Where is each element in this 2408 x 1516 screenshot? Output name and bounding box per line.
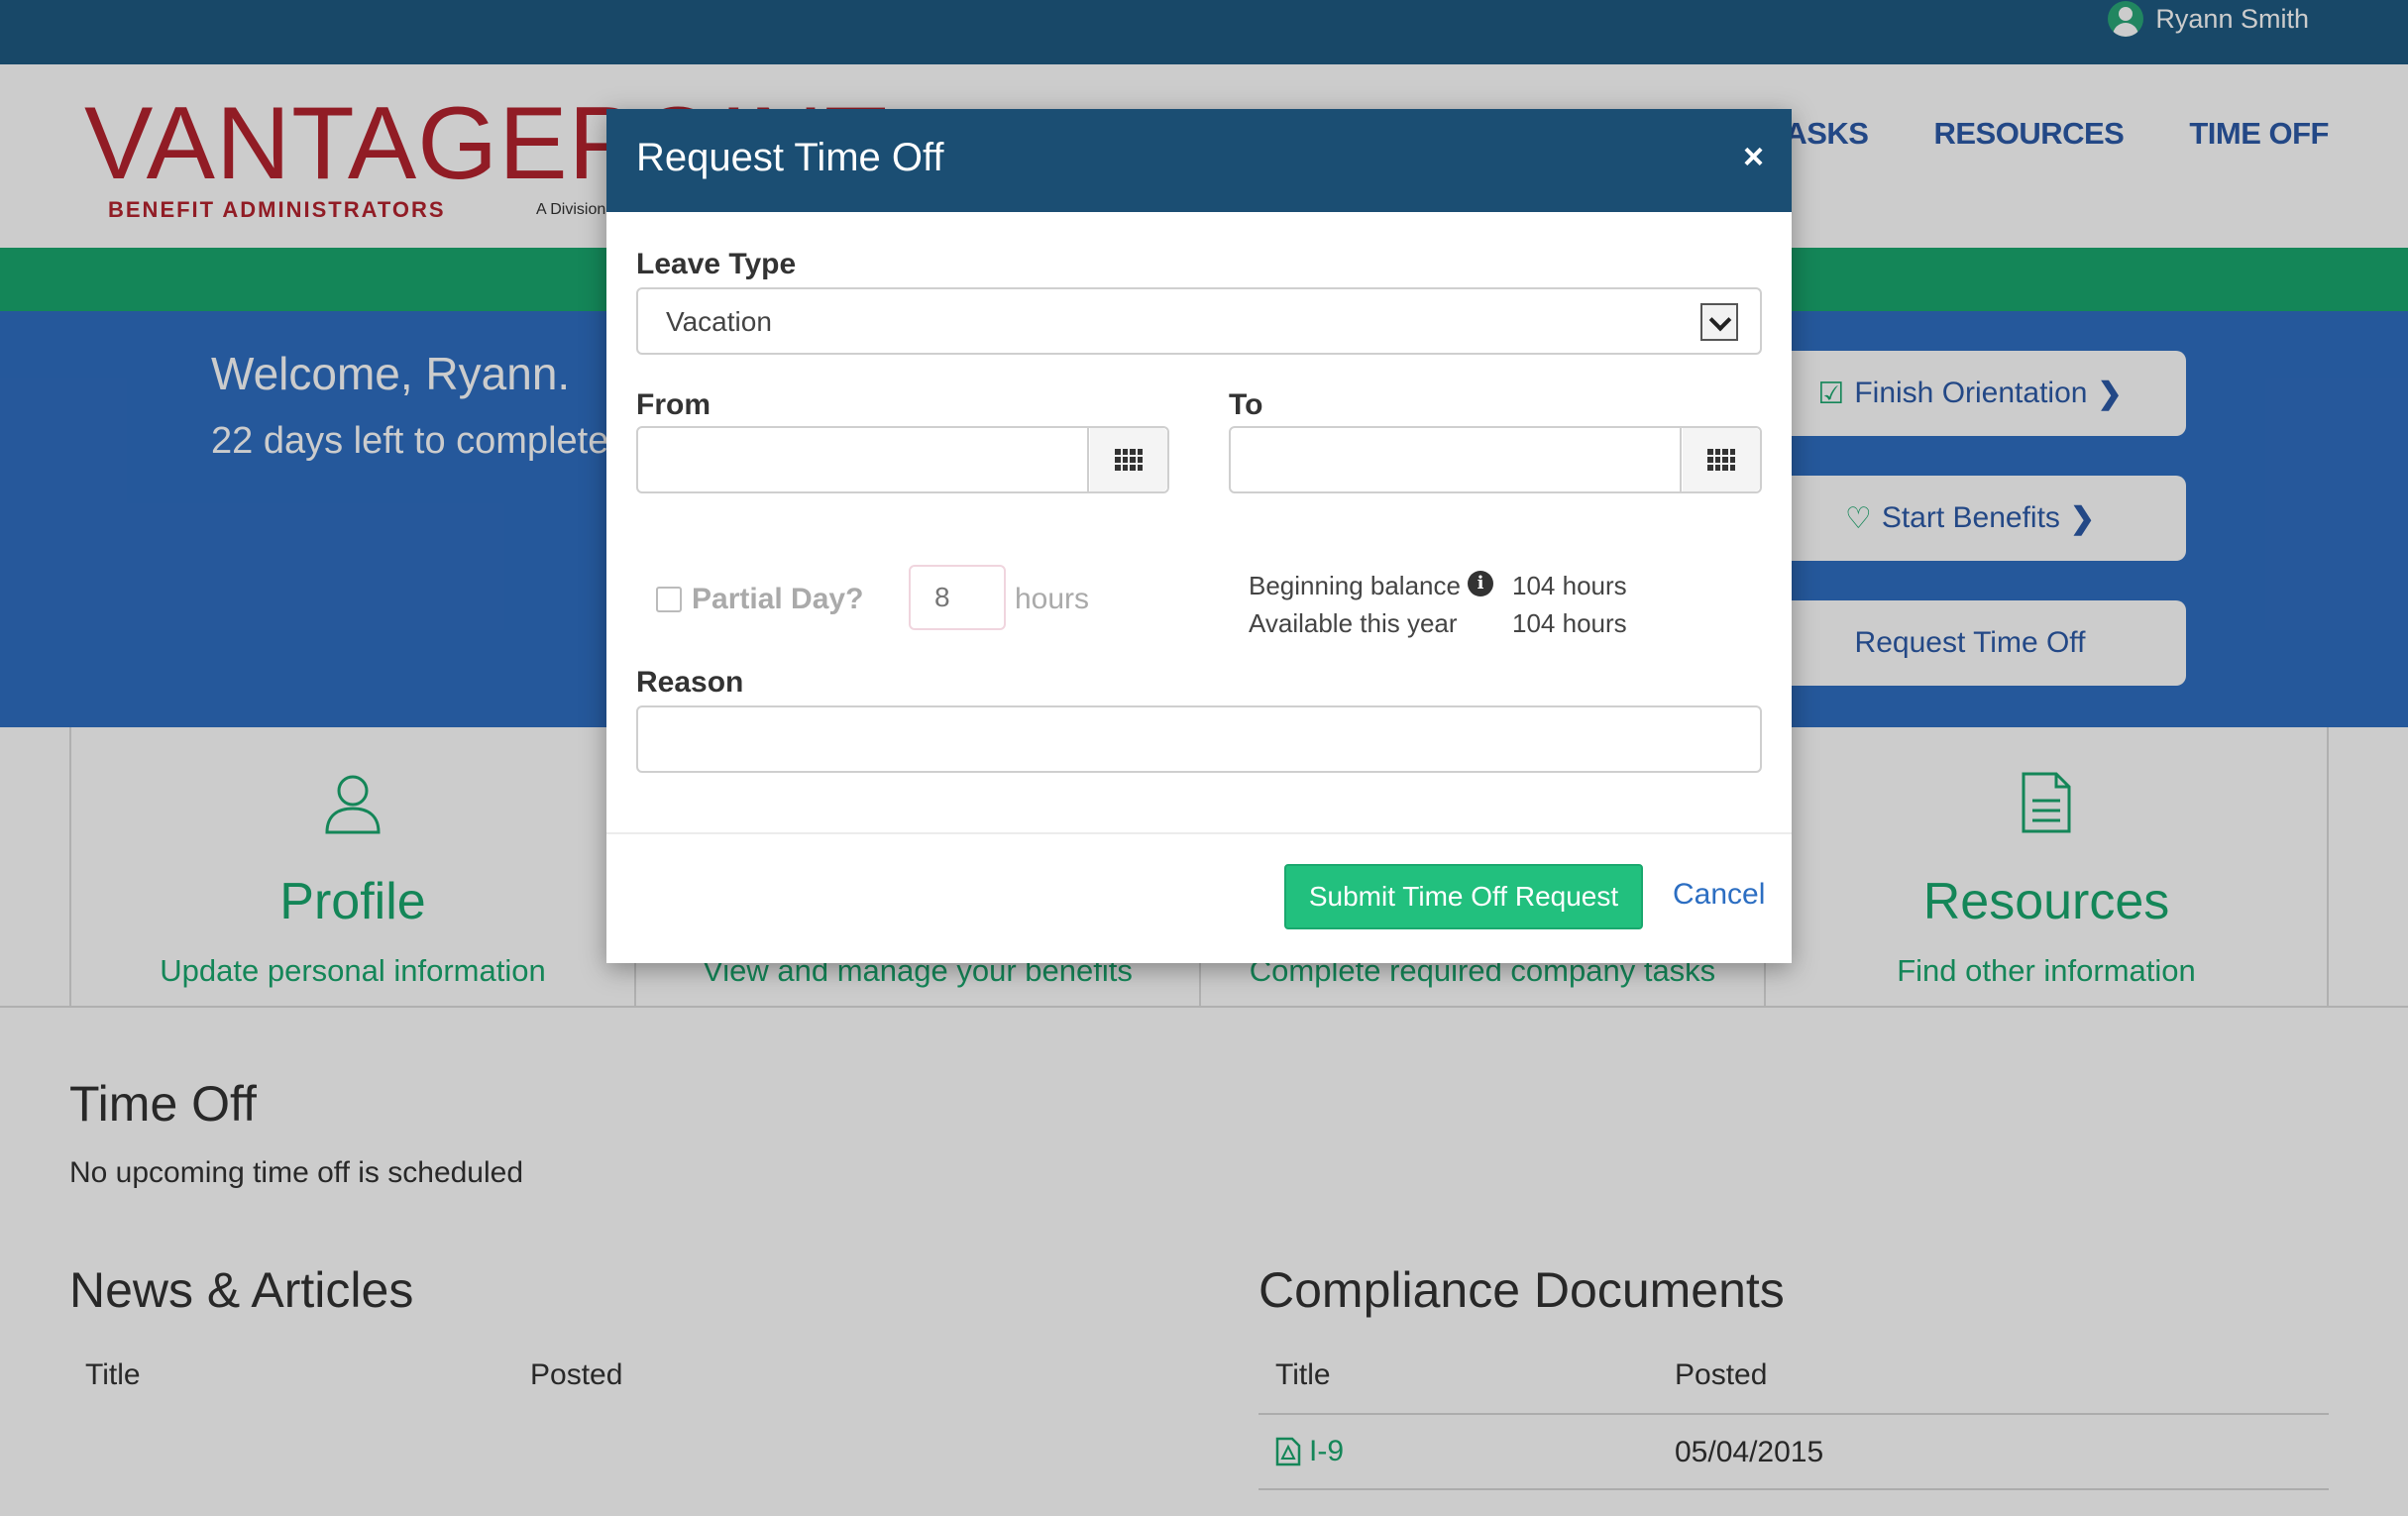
hours-label: hours bbox=[1015, 583, 1090, 615]
request-time-off-modal: Request Time Off × Leave Type Vacation F… bbox=[606, 109, 1792, 963]
to-date-field bbox=[1229, 426, 1762, 493]
submit-time-off-button[interactable]: Submit Time Off Request bbox=[1284, 864, 1643, 929]
available-value: 104 hours bbox=[1512, 608, 1627, 638]
beginning-balance-value: 104 hours bbox=[1512, 571, 1627, 600]
modal-footer-divider bbox=[606, 832, 1792, 834]
beginning-balance-label: Beginning balance bbox=[1249, 571, 1461, 600]
from-label: From bbox=[636, 388, 711, 421]
modal-title: Request Time Off bbox=[636, 136, 944, 179]
available-label: Available this year bbox=[1249, 608, 1458, 638]
leave-type-label: Leave Type bbox=[636, 248, 797, 280]
reason-input[interactable] bbox=[636, 705, 1762, 773]
leave-type-select[interactable]: Vacation bbox=[636, 287, 1762, 355]
to-label: To bbox=[1229, 388, 1263, 421]
close-icon[interactable]: × bbox=[1743, 139, 1764, 174]
chevron-down-icon bbox=[1700, 303, 1738, 341]
cancel-link[interactable]: Cancel bbox=[1673, 878, 1765, 912]
modal-header: Request Time Off × bbox=[606, 109, 1792, 212]
partial-day-label: Partial Day? bbox=[692, 583, 864, 615]
calendar-icon bbox=[1707, 449, 1735, 471]
calendar-icon bbox=[1115, 449, 1143, 471]
partial-hours-input[interactable] bbox=[909, 565, 1006, 630]
to-date-input[interactable] bbox=[1231, 428, 1682, 491]
partial-day-checkbox[interactable] bbox=[656, 587, 682, 612]
from-calendar-button[interactable] bbox=[1090, 428, 1167, 491]
to-calendar-button[interactable] bbox=[1683, 428, 1760, 491]
from-date-input[interactable] bbox=[638, 428, 1089, 491]
reason-label: Reason bbox=[636, 666, 744, 699]
from-date-field bbox=[636, 426, 1169, 493]
leave-type-value: Vacation bbox=[666, 306, 772, 337]
info-icon[interactable]: i bbox=[1468, 571, 1493, 596]
partial-day-option: Partial Day? bbox=[656, 583, 863, 616]
